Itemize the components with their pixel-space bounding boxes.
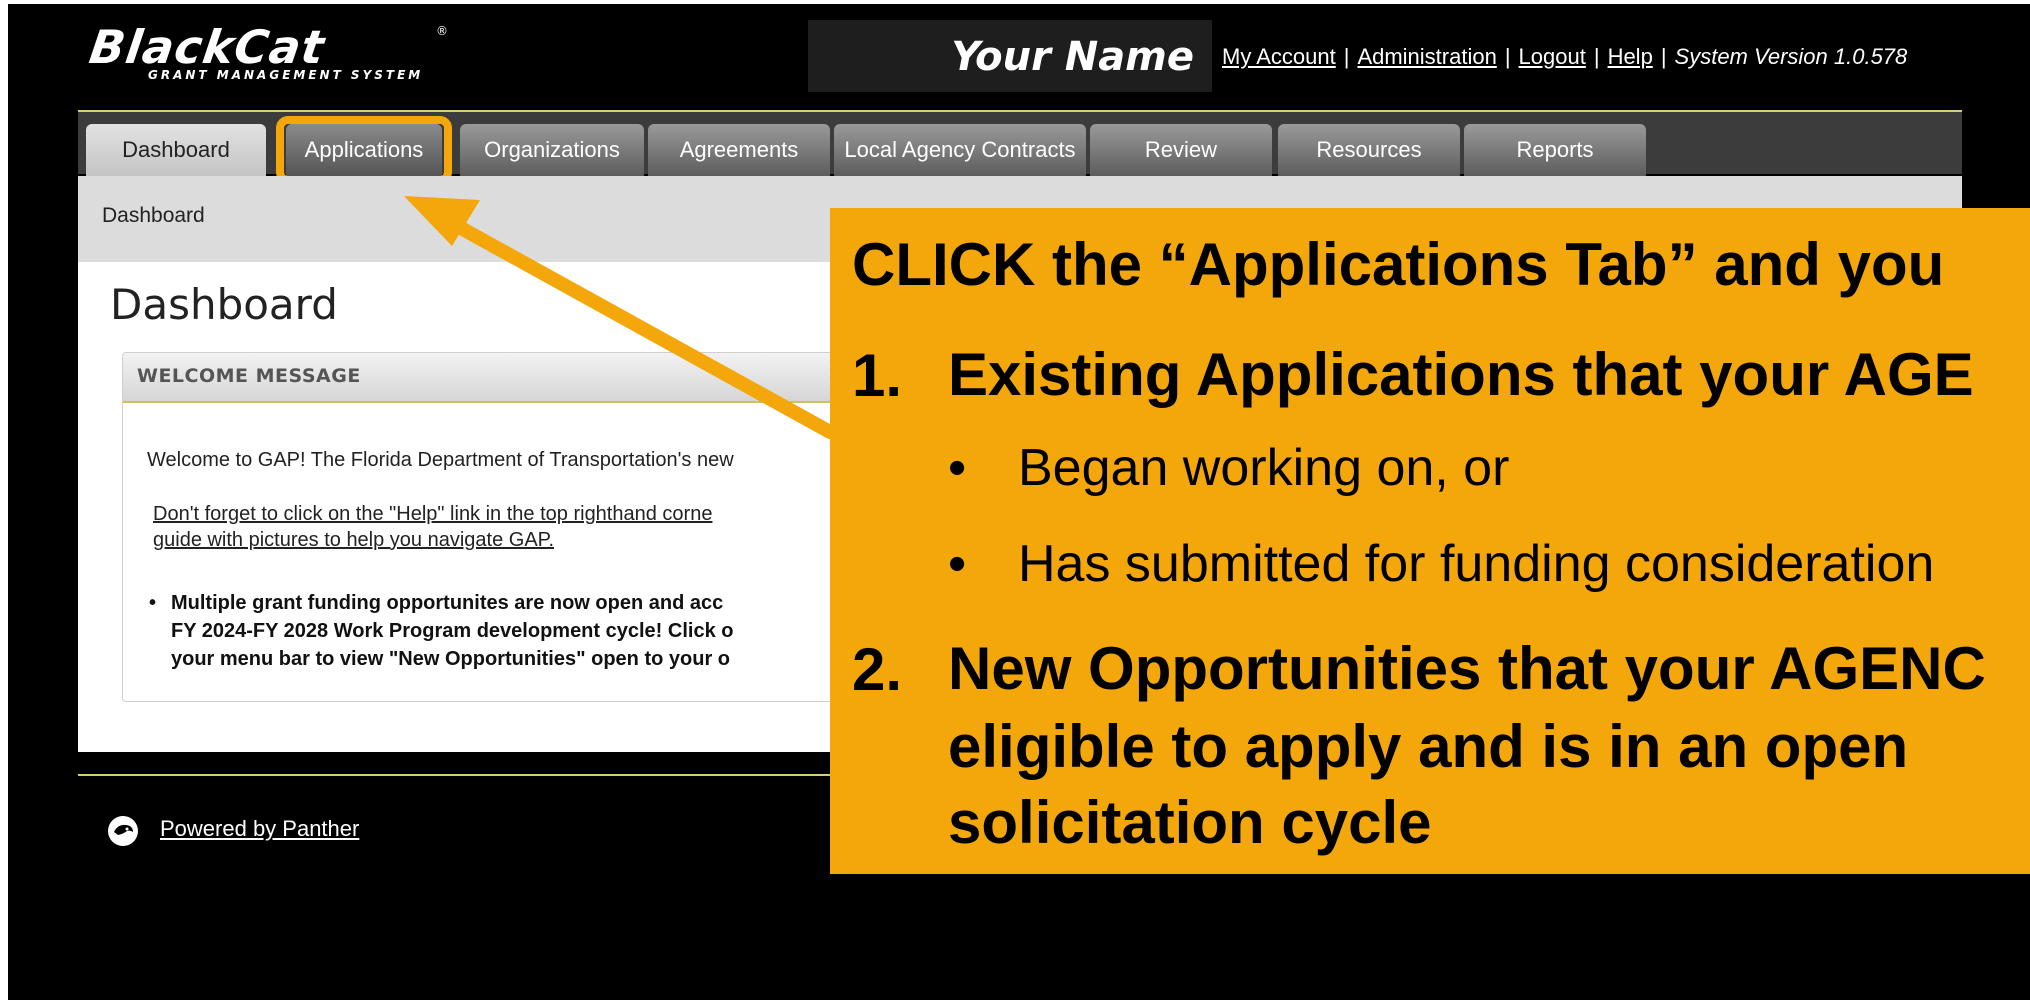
tab-agreements[interactable]: Agreements	[648, 124, 830, 176]
tab-dashboard[interactable]: Dashboard	[86, 124, 266, 176]
top-links: My Account | Administration | Logout | Help | Sy…	[1222, 44, 1908, 69]
welcome-panel: WELCOME MESSAGE Welcome to GAP! The Flor…	[122, 352, 924, 702]
logo-wordmark: BlackCat	[86, 20, 329, 74]
logo-registered-mark: ®	[436, 24, 448, 38]
welcome-panel-header: WELCOME MESSAGE	[123, 353, 923, 403]
help-guide-line-2[interactable]: guide with pictures to help you navigate…	[153, 527, 712, 553]
logo-subtitle: GRANT MANAGEMENT SYSTEM	[148, 68, 424, 82]
announcement-line-1: Multiple grant funding opportunites are …	[171, 592, 724, 614]
callout-item-1-text: Existing Applications that your AGE	[948, 341, 1974, 408]
breadcrumb: Dashboard	[102, 204, 205, 227]
tab-reports[interactable]: Reports	[1464, 124, 1646, 176]
bullet-dot: •	[149, 592, 157, 614]
user-name-box: Your Name	[808, 20, 1212, 92]
sub-bullet: •	[948, 439, 967, 497]
callout-heading: CLICK the “Applications Tab” and you	[852, 231, 1945, 298]
callout-item-1-sub-2: • Has submitted for funding consideration	[948, 534, 1934, 594]
instruction-callout: CLICK the “Applications Tab” and you 1. …	[830, 208, 2030, 874]
administration-link[interactable]: Administration	[1357, 44, 1496, 69]
help-guide-line-1[interactable]: Don't forget to click on the "Help" link…	[153, 501, 712, 527]
welcome-intro: Welcome to GAP! The Florida Department o…	[147, 449, 734, 471]
applications-tab-highlight-ring	[276, 116, 452, 184]
callout-item-2-line-2: eligible to apply and is in an open	[948, 713, 1909, 780]
callout-item-1-sub-1: • Began working on, or	[948, 438, 1509, 498]
system-version: System Version 1.0.578	[1674, 44, 1908, 69]
announcement-line-2: FY 2024-FY 2028 Work Program development…	[171, 620, 734, 642]
sub-bullet: •	[948, 535, 967, 593]
callout-item-1-number: 1.	[852, 342, 903, 409]
page-title: Dashboard	[110, 280, 338, 329]
tab-review[interactable]: Review	[1090, 124, 1272, 176]
logout-link[interactable]: Logout	[1519, 44, 1586, 69]
help-link[interactable]: Help	[1608, 44, 1653, 69]
tab-local-agency-contracts[interactable]: Local Agency Contracts	[834, 124, 1086, 176]
announcement-line-3: your menu bar to view "New Opportunities…	[171, 648, 731, 670]
user-name: Your Name	[951, 34, 1194, 80]
my-account-link[interactable]: My Account	[1222, 44, 1336, 69]
blackcat-logo[interactable]: BlackCat ® GRANT MANAGEMENT SYSTEM	[86, 20, 450, 84]
callout-sub-2-text: Has submitted for funding consideration	[1018, 535, 1935, 593]
callout-item-2-line-3: solicitation cycle	[948, 789, 1432, 856]
panther-icon	[108, 816, 138, 846]
tab-resources[interactable]: Resources	[1278, 124, 1460, 176]
tab-organizations[interactable]: Organizations	[460, 124, 644, 176]
callout-sub-1-text: Began working on, or	[1018, 439, 1510, 497]
help-guide-link[interactable]: Don't forget to click on the "Help" link…	[153, 501, 712, 553]
welcome-heading: WELCOME MESSAGE	[137, 365, 361, 387]
callout-item-2-line-1: New Opportunities that your AGENC	[948, 635, 1986, 702]
powered-by-panther-link[interactable]: Powered by Panther	[160, 816, 359, 842]
callout-item-2-number: 2.	[852, 636, 903, 703]
